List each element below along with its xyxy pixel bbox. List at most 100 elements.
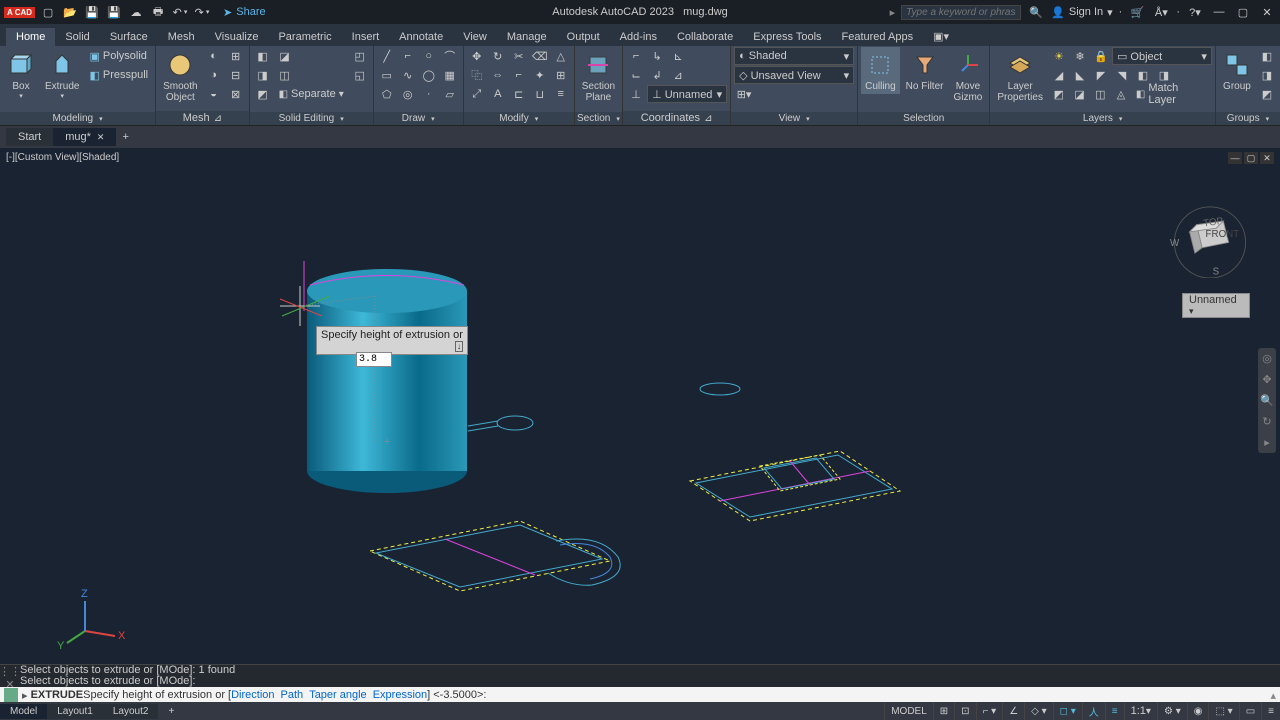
- separate-button[interactable]: ◧Separate▾: [275, 85, 348, 103]
- se-6[interactable]: ◰: [350, 47, 370, 65]
- status-polar-icon[interactable]: ∠: [1002, 702, 1024, 720]
- ucs-2[interactable]: ↳: [647, 47, 667, 65]
- layer-dropdown[interactable]: ▭ Object▾: [1112, 47, 1212, 65]
- arc-icon[interactable]: ⌒: [440, 47, 460, 65]
- ly-9[interactable]: ◫: [1090, 85, 1110, 103]
- grp-1[interactable]: ◧: [1257, 47, 1277, 65]
- line-icon[interactable]: ╱: [377, 47, 397, 65]
- move-icon[interactable]: ✥: [467, 47, 487, 65]
- trim-icon[interactable]: ✂: [509, 47, 529, 65]
- text-icon[interactable]: A: [488, 85, 508, 103]
- panel-modify[interactable]: Modify: [464, 112, 574, 125]
- tab-home[interactable]: Home: [6, 28, 55, 46]
- status-ortho-icon[interactable]: ⌐ ▾: [976, 702, 1003, 720]
- ucs-5[interactable]: ↲: [647, 66, 667, 84]
- offset-icon[interactable]: ⊏: [509, 85, 529, 103]
- help-icon[interactable]: ?▾: [1186, 3, 1204, 21]
- tab-close-icon[interactable]: ✕: [97, 132, 105, 143]
- panel-coordinates[interactable]: Coordinates ⊿: [623, 111, 730, 125]
- ly-1[interactable]: ◢: [1049, 66, 1069, 84]
- nav-bar[interactable]: ◎✥🔍↻▸: [1258, 348, 1276, 453]
- qat-save-icon[interactable]: 💾: [83, 3, 101, 21]
- panel-draw[interactable]: Draw: [374, 112, 463, 125]
- ellipse-icon[interactable]: ◯: [419, 66, 439, 84]
- polysolid-button[interactable]: ▣Polysolid: [85, 47, 152, 65]
- status-dyninput-icon[interactable]: ≡: [1105, 702, 1124, 720]
- donut-icon[interactable]: ◎: [398, 85, 418, 103]
- erase-icon[interactable]: ⌫: [530, 47, 550, 65]
- panel-layers[interactable]: Layers: [990, 112, 1215, 125]
- qat-undo-icon[interactable]: ↶: [171, 3, 189, 21]
- se-4[interactable]: ◪: [275, 47, 295, 65]
- layer-freeze-icon[interactable]: ❄: [1070, 47, 1090, 65]
- polygon-icon[interactable]: ⬠: [377, 85, 397, 103]
- smooth-object-button[interactable]: Smooth Object: [159, 47, 201, 105]
- culling-button[interactable]: Culling: [861, 47, 900, 94]
- command-line[interactable]: ▸ EXTRUDE Specify height of extrusion or…: [0, 687, 1280, 703]
- box-button[interactable]: Box▾: [3, 47, 39, 102]
- qat-plot-icon[interactable]: 🖶: [149, 3, 167, 21]
- mesh-tool-5[interactable]: ⊟: [226, 66, 246, 84]
- qat-new-icon[interactable]: ▢: [39, 3, 57, 21]
- join-icon[interactable]: ⊔: [530, 85, 550, 103]
- grp-3[interactable]: ◩: [1257, 85, 1277, 103]
- mesh-tool-6[interactable]: ⊠: [226, 85, 246, 103]
- layer-sun-icon[interactable]: ☀: [1049, 47, 1069, 65]
- ucs-1[interactable]: ⌐: [626, 47, 646, 65]
- group-button[interactable]: Group: [1219, 47, 1255, 94]
- ucs-dropdown[interactable]: ⊥ Unnamed▾: [647, 85, 727, 103]
- cmd-handle-icon[interactable]: ⋮⋮: [0, 665, 21, 678]
- ly-3[interactable]: ◤: [1091, 66, 1111, 84]
- mesh-tool-2[interactable]: ◑: [204, 66, 224, 84]
- tab-express[interactable]: Express Tools: [743, 28, 831, 46]
- polyline-icon[interactable]: ⌐: [398, 47, 418, 65]
- extrude-button[interactable]: Extrude▾: [41, 47, 83, 102]
- region-icon[interactable]: ▱: [440, 85, 460, 103]
- view-dropdown[interactable]: ◇ Unsaved View▾: [734, 66, 854, 84]
- mesh-tool-3[interactable]: ◒: [204, 85, 224, 103]
- ucs-7[interactable]: ⊥: [626, 85, 646, 103]
- fillet-icon[interactable]: ⌐: [509, 66, 529, 84]
- panel-view[interactable]: View: [731, 112, 857, 125]
- panel-groups[interactable]: Groups: [1216, 112, 1280, 125]
- status-cycle-icon[interactable]: ◉: [1187, 702, 1209, 720]
- tab-surface[interactable]: Surface: [100, 28, 158, 46]
- status-scale[interactable]: 1:1 ▾: [1124, 702, 1157, 720]
- circle-icon[interactable]: ○: [419, 47, 439, 65]
- status-grid-icon[interactable]: ⊞: [933, 702, 954, 720]
- explode-icon[interactable]: ✦: [530, 66, 550, 84]
- status-osnap-icon[interactable]: ◻ ▾: [1053, 702, 1082, 720]
- tab-solid[interactable]: Solid: [55, 28, 99, 46]
- filter-button[interactable]: No Filter: [902, 47, 948, 94]
- status-3dosnap-icon[interactable]: 人: [1082, 702, 1105, 720]
- dynamic-input[interactable]: [356, 352, 392, 367]
- modeltab-layout1[interactable]: Layout1: [47, 704, 103, 719]
- se-1[interactable]: ◧: [253, 47, 273, 65]
- status-units-icon[interactable]: ⬚ ▾: [1208, 702, 1238, 720]
- tab-mug[interactable]: mug*✕: [53, 128, 116, 146]
- tab-featured[interactable]: Featured Apps: [832, 28, 924, 46]
- match-layer-button[interactable]: ◧Match Layer: [1132, 85, 1212, 103]
- qat-web-icon[interactable]: ☁: [127, 3, 145, 21]
- status-model[interactable]: MODEL: [884, 702, 933, 720]
- tab-view[interactable]: View: [453, 28, 497, 46]
- panel-mesh[interactable]: Mesh ⊿: [156, 111, 248, 125]
- minimize-icon[interactable]: —: [1210, 4, 1228, 20]
- tab-overflow-icon[interactable]: ▣▾: [923, 27, 959, 46]
- tab-parametric[interactable]: Parametric: [268, 28, 341, 46]
- cmd-close-icon[interactable]: ✕: [5, 678, 14, 691]
- panel-solid-editing[interactable]: Solid Editing: [250, 112, 373, 125]
- tab-insert[interactable]: Insert: [342, 28, 390, 46]
- copy-icon[interactable]: ⿻: [467, 66, 487, 84]
- mesh-tool-1[interactable]: ◐: [204, 47, 224, 65]
- ly-4[interactable]: ◥: [1112, 66, 1132, 84]
- rect-icon[interactable]: ▭: [377, 66, 397, 84]
- visual-style-dropdown[interactable]: ◐ Shaded▾: [734, 47, 854, 65]
- qat-open-icon[interactable]: 📂: [61, 3, 79, 21]
- mirror-icon[interactable]: △: [551, 47, 571, 65]
- tab-mesh[interactable]: Mesh: [158, 28, 205, 46]
- cmd-expand-icon[interactable]: ▴: [1270, 689, 1276, 702]
- ly-10[interactable]: ◬: [1111, 85, 1131, 103]
- mesh-tool-4[interactable]: ⊞: [226, 47, 246, 65]
- app-switcher-icon[interactable]: Å▾: [1152, 3, 1170, 21]
